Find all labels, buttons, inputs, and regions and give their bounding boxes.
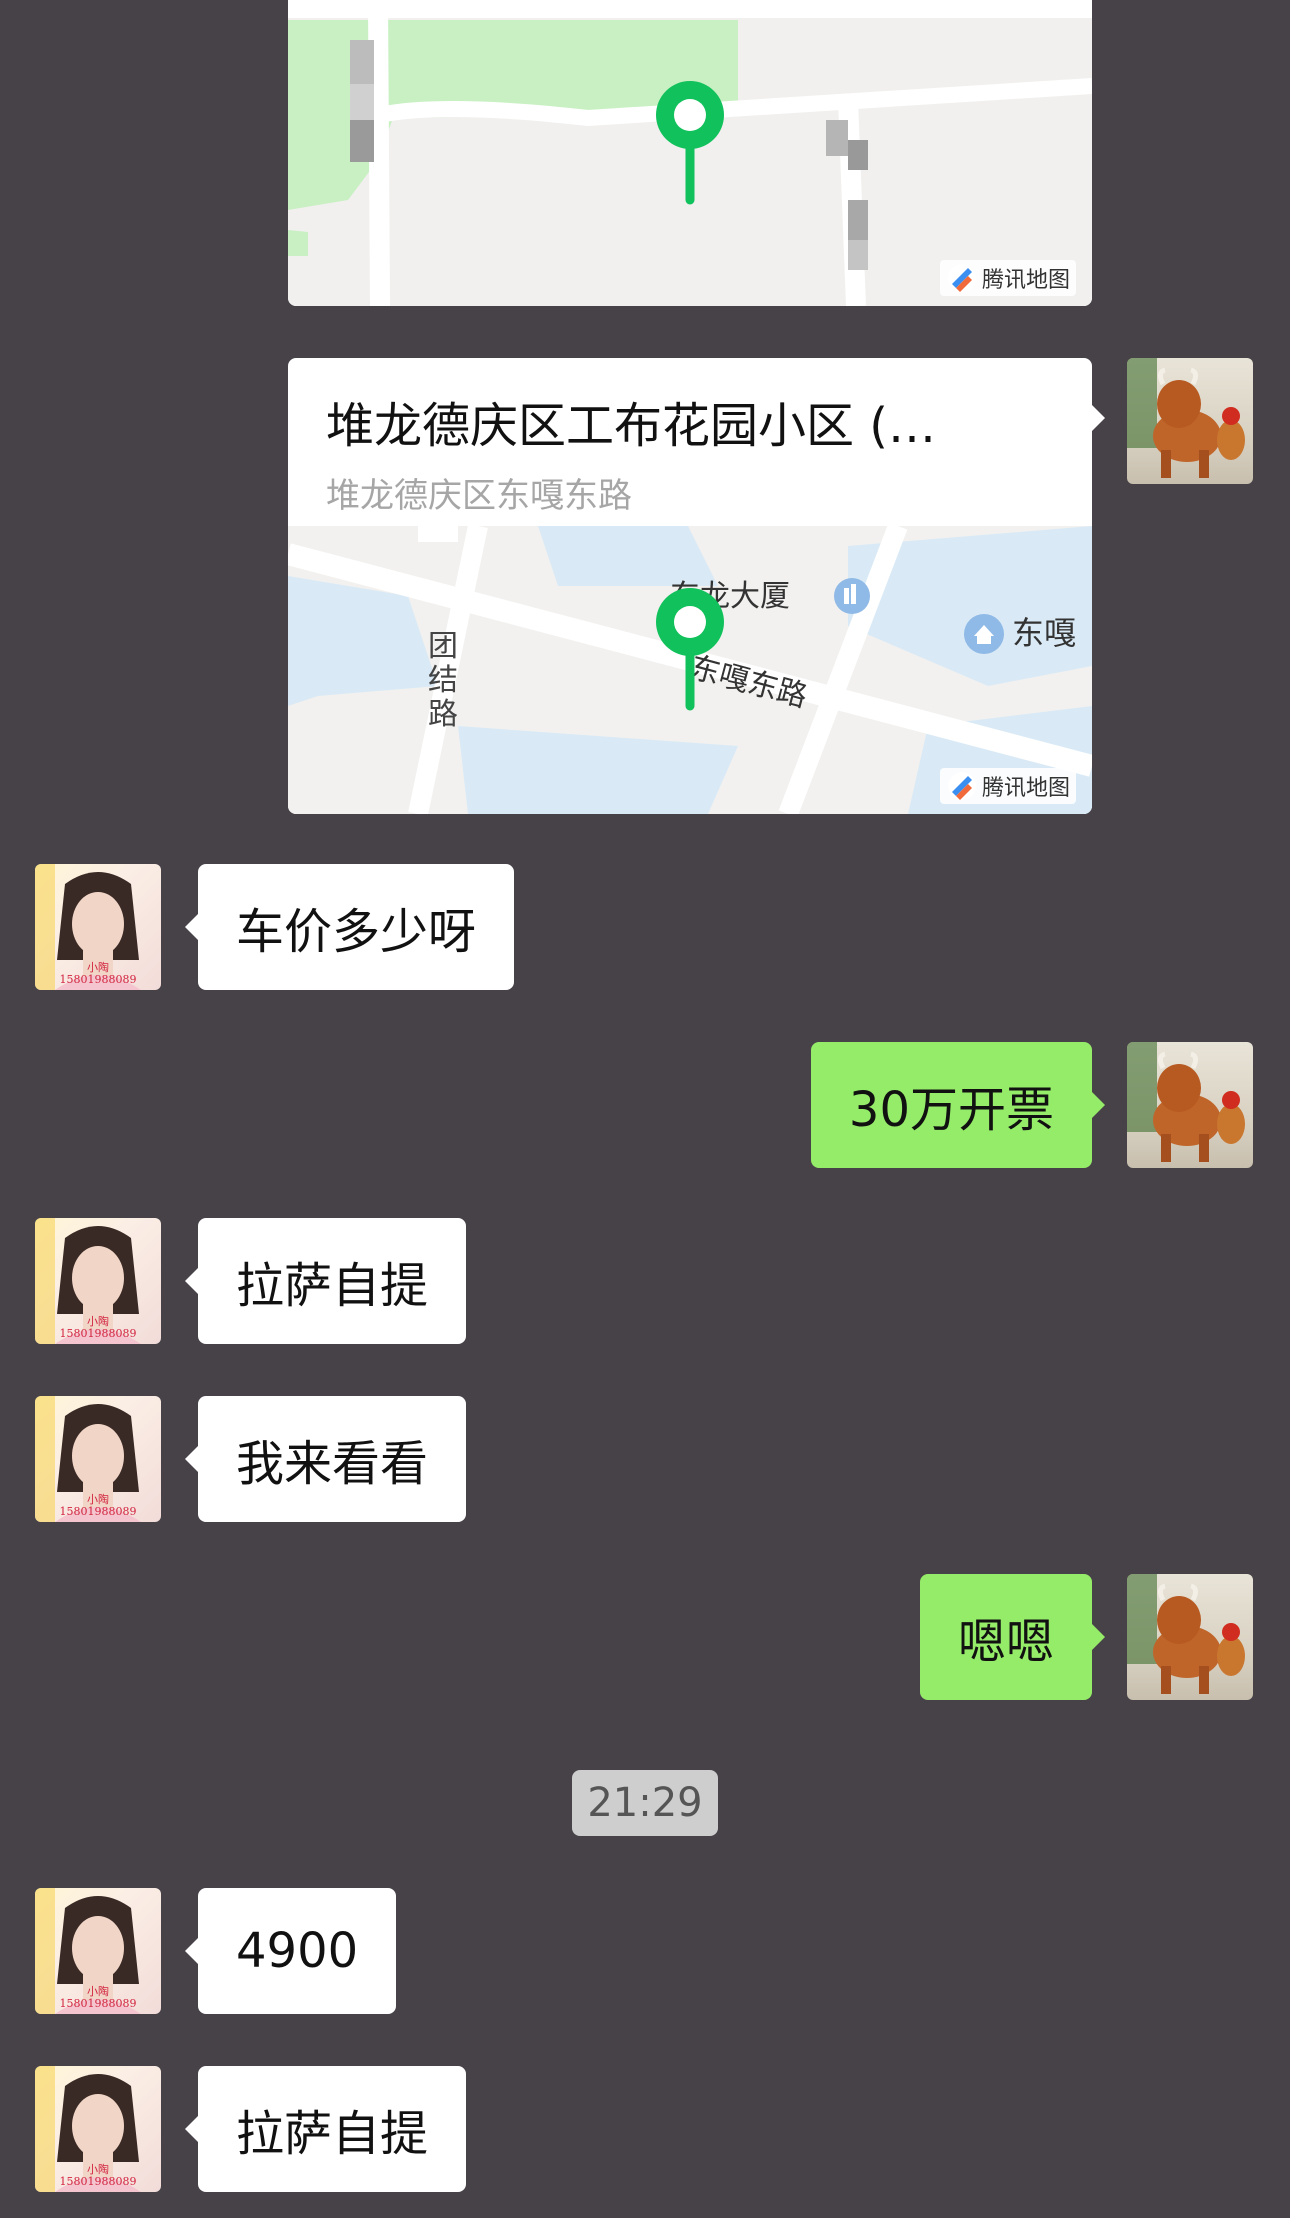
message-bubble-outgoing[interactable]: 嗯嗯 <box>919 1574 1106 1700</box>
message-text: 车价多少呀 <box>236 904 477 960</box>
map-watermark-text: 腾讯地图 <box>981 268 1070 293</box>
message-text: 30万开票 <box>848 1082 1054 1138</box>
bubble-tail <box>1091 404 1105 432</box>
tencent-map-icon <box>947 264 976 292</box>
avatar-caption: 小陶 15801988089 <box>59 961 137 986</box>
map-watermark-text: 腾讯地图 <box>981 776 1070 801</box>
message-text: 我来看看 <box>236 1436 429 1492</box>
message-text: 拉萨自提 <box>236 1258 429 1314</box>
message-bubble-incoming[interactable]: 拉萨自提 <box>184 1218 467 1344</box>
location-card[interactable]: 堆龙德庆区工布花园小区 (… 堆龙德庆区东嘎东路 东龙大厦 东嘎 东嘎东路 团结… <box>288 358 1092 814</box>
map-label-poi: 东嘎 <box>1012 614 1076 652</box>
message-bubble-incoming[interactable]: 我来看看 <box>184 1396 467 1522</box>
message-bubble-incoming[interactable]: 拉萨自提 <box>184 2066 467 2192</box>
map-watermark: 腾讯地图 <box>939 768 1076 804</box>
my-avatar[interactable] <box>1127 1574 1253 1700</box>
message-text: 4900 <box>236 1923 359 1979</box>
contact-avatar[interactable]: 小陶 15801988089 <box>35 864 161 990</box>
contact-avatar[interactable]: 小陶 15801988089 <box>35 1396 161 1522</box>
contact-avatar[interactable]: 小陶 15801988089 <box>35 2066 161 2192</box>
message-bubble-outgoing[interactable]: 30万开票 <box>810 1042 1106 1168</box>
chat-timestamp: 21:29 <box>572 1770 718 1836</box>
contact-avatar[interactable]: 小陶 15801988089 <box>35 1888 161 2014</box>
map-label-road-side: 团结路 <box>428 629 458 732</box>
message-bubble-incoming[interactable]: 车价多少呀 <box>184 864 515 990</box>
location-map-card-top[interactable]: 腾讯地图 <box>288 0 1092 306</box>
avatar-caption: 小陶 15801988089 <box>59 1985 137 2010</box>
map-watermark: 腾讯地图 <box>939 260 1076 296</box>
message-text: 拉萨自提 <box>236 2106 429 2162</box>
my-avatar[interactable] <box>1127 358 1253 484</box>
bull-figure-icon <box>1127 358 1245 478</box>
location-title: 堆龙德庆区工布花园小区 (… <box>326 398 936 454</box>
message-bubble-incoming[interactable]: 4900 <box>184 1888 397 2014</box>
bull-figure-icon <box>1127 1574 1245 1694</box>
avatar-caption: 小陶 15801988089 <box>59 1315 137 1340</box>
my-avatar[interactable] <box>1127 1042 1253 1168</box>
message-text: 嗯嗯 <box>957 1614 1054 1670</box>
bull-figure-icon <box>1127 1042 1245 1162</box>
avatar-caption: 小陶 15801988089 <box>59 2163 137 2188</box>
avatar-caption: 小陶 15801988089 <box>59 1493 137 1518</box>
location-address: 堆龙德庆区东嘎东路 <box>326 476 632 516</box>
tencent-map-icon <box>947 772 976 800</box>
contact-avatar[interactable]: 小陶 15801988089 <box>35 1218 161 1344</box>
